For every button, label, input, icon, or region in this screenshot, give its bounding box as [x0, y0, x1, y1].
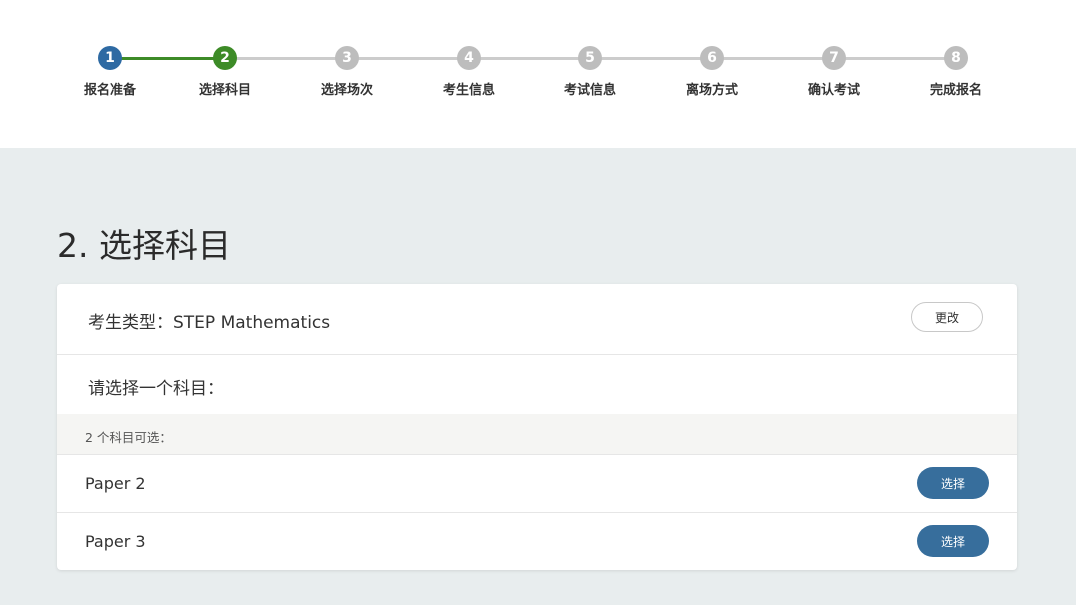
step-1: 1 报名准备	[50, 46, 170, 98]
step-label: 考生信息	[442, 83, 495, 98]
step-5: 5 考试信息	[530, 46, 650, 98]
step-3: 3 选择场次	[287, 46, 407, 98]
subject-name: Paper 2	[85, 474, 146, 493]
step-6: 6 离场方式	[652, 46, 772, 98]
step-4: 4 考生信息	[409, 46, 529, 98]
step-label: 选择场次	[320, 83, 373, 98]
select-paper-2-button[interactable]: 选择	[917, 467, 989, 499]
candidate-type-text: 考生类型：STEP Mathematics	[88, 313, 331, 333]
step-2: 2 选择科目	[165, 46, 285, 98]
step-8: 8 完成报名	[896, 46, 1016, 98]
progress-stepper: 1 报名准备 2 选择科目 3 选择场次 4 考生信息 5 考试信息 6 离场方…	[0, 0, 1076, 148]
step-number-circle: 7	[822, 46, 846, 70]
step-label: 确认考试	[807, 83, 860, 98]
step-number-circle: 6	[700, 46, 724, 70]
select-paper-3-button[interactable]: 选择	[917, 525, 989, 557]
subject-row: Paper 3 选择	[57, 513, 1017, 570]
step-label: 完成报名	[929, 83, 982, 98]
select-prompt-text: 请选择一个科目：	[88, 379, 224, 399]
step-number-circle: 1	[98, 46, 122, 70]
subject-row: Paper 2 选择	[57, 455, 1017, 513]
step-number-circle: 2	[213, 46, 237, 70]
step-label: 考试信息	[563, 83, 616, 98]
step-label: 选择科目	[198, 83, 251, 98]
step-number-circle: 4	[457, 46, 481, 70]
step-number-circle: 3	[335, 46, 359, 70]
candidate-type-row: 考生类型：STEP Mathematics 更改	[57, 284, 1017, 355]
select-prompt-row: 请选择一个科目：	[57, 355, 1017, 414]
subject-name: Paper 3	[85, 532, 146, 551]
step-label: 离场方式	[685, 83, 738, 98]
subject-selection-card: 考生类型：STEP Mathematics 更改 请选择一个科目： 2 个科目可…	[57, 284, 1017, 570]
step-label: 报名准备	[83, 83, 136, 98]
change-button[interactable]: 更改	[911, 302, 983, 332]
step-number-circle: 8	[944, 46, 968, 70]
step-number-circle: 5	[578, 46, 602, 70]
available-count-row: 2 个科目可选：	[57, 414, 1017, 455]
step-7: 7 确认考试	[774, 46, 894, 98]
available-count-text: 2 个科目可选：	[85, 430, 172, 445]
page-title: 2. 选择科目	[57, 226, 231, 265]
